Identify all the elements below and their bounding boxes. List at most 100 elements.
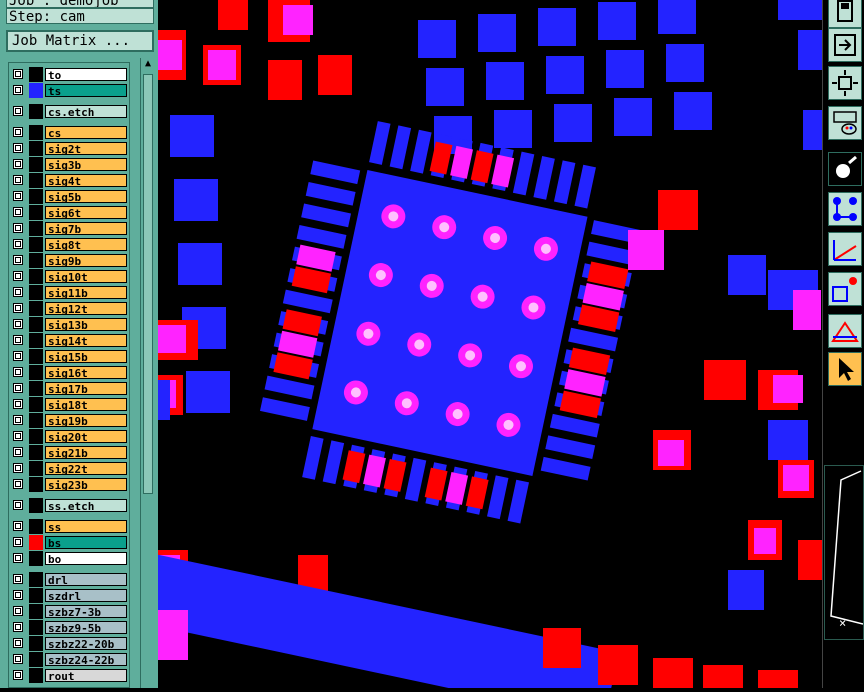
layer-row[interactable]: sig12t [11,301,129,316]
layer-name[interactable]: sig9b [45,254,127,267]
layer-checkbox[interactable] [13,255,23,265]
layer-row[interactable]: sig16t [11,365,129,380]
layer-row[interactable]: cs.etch [11,104,129,119]
layer-row[interactable]: ss.etch [11,498,129,513]
layer-row[interactable]: sig8t [11,237,129,252]
layer-name[interactable]: ss [45,520,127,533]
layer-row[interactable]: sig17b [11,381,129,396]
layer-row[interactable]: ts [11,83,129,98]
layer-row[interactable]: sig6t [11,205,129,220]
layer-checkbox[interactable] [13,383,23,393]
zoom-fit-button[interactable] [828,66,862,100]
layer-row[interactable]: sig3b [11,157,129,172]
layer-checkbox[interactable] [13,69,23,79]
layer-row[interactable]: sig21b [11,445,129,460]
job-matrix-button[interactable]: Job Matrix ... [6,30,154,52]
layer-row[interactable]: sig9b [11,253,129,268]
layer-list-scrollbar[interactable]: ▲ [140,58,155,688]
graphic-canvas[interactable] [134,0,822,692]
layer-name[interactable]: cs [45,126,127,139]
layer-row[interactable]: cs [11,125,129,140]
layer-name[interactable]: bs [45,536,127,549]
layer-name[interactable]: cs.etch [45,105,127,118]
layer-name[interactable]: sig20t [45,430,127,443]
layer-checkbox[interactable] [13,367,23,377]
layer-checkbox[interactable] [13,463,23,473]
layer-name[interactable]: sig3b [45,158,127,171]
scroll-up-icon[interactable]: ▲ [142,58,154,70]
layer-checkbox[interactable] [13,606,23,616]
import-button[interactable] [828,28,862,62]
layer-checkbox[interactable] [13,335,23,345]
layer-checkbox[interactable] [13,127,23,137]
layer-row[interactable]: sig23b [11,477,129,492]
layer-checkbox[interactable] [13,239,23,249]
layer-row[interactable]: sig4t [11,173,129,188]
layer-name[interactable]: sig12t [45,302,127,315]
layer-row[interactable]: sig2t [11,141,129,156]
select-pointer-button[interactable] [828,352,862,386]
layer-name[interactable]: sig5b [45,190,127,203]
layer-row[interactable]: sig13b [11,317,129,332]
layer-row[interactable]: ss [11,519,129,534]
overview-map[interactable]: × [824,465,864,640]
layer-name[interactable]: bo [45,552,127,565]
layer-name[interactable]: sig21b [45,446,127,459]
layer-row[interactable]: sig18t [11,397,129,412]
layer-checkbox[interactable] [13,638,23,648]
layer-checkbox[interactable] [13,223,23,233]
layer-name[interactable]: sig8t [45,238,127,251]
layer-name[interactable]: ts [45,84,127,97]
layer-row[interactable]: bo [11,551,129,566]
layer-checkbox[interactable] [13,106,23,116]
layer-checkbox[interactable] [13,479,23,489]
layer-checkbox[interactable] [13,537,23,547]
layer-name[interactable]: ss.etch [45,499,127,512]
layer-checkbox[interactable] [13,622,23,632]
layer-checkbox[interactable] [13,574,23,584]
layer-checkbox[interactable] [13,399,23,409]
layer-checkbox[interactable] [13,431,23,441]
layer-name[interactable]: sig6t [45,206,127,219]
layer-row[interactable]: sig7b [11,221,129,236]
close-icon[interactable]: × [839,616,846,630]
layer-name[interactable]: sig23b [45,478,127,491]
layer-checkbox[interactable] [13,654,23,664]
layer-row[interactable]: szdrl [11,588,129,603]
layer-row[interactable]: to [11,67,129,82]
layer-row[interactable]: sig14t [11,333,129,348]
save-button[interactable] [828,0,862,28]
layer-name[interactable]: sig22t [45,462,127,475]
layer-checkbox[interactable] [13,553,23,563]
tools-palette-button[interactable] [828,106,862,140]
layer-row[interactable]: bs [11,535,129,550]
layer-row[interactable]: szbz22-20b [11,636,129,651]
layer-name[interactable]: sig7b [45,222,127,235]
layer-row[interactable]: sig5b [11,189,129,204]
layer-checkbox[interactable] [13,521,23,531]
layer-row[interactable]: sig20t [11,429,129,444]
layer-name[interactable]: sig2t [45,142,127,155]
layer-name[interactable]: sig16t [45,366,127,379]
layer-name[interactable]: rout [45,669,127,682]
layer-checkbox[interactable] [13,500,23,510]
layer-name[interactable]: szdrl [45,589,127,602]
layer-name[interactable]: sig13b [45,318,127,331]
layer-checkbox[interactable] [13,590,23,600]
pcb-view[interactable] [134,0,822,692]
layer-name[interactable]: sig4t [45,174,127,187]
layer-checkbox[interactable] [13,415,23,425]
layer-checkbox[interactable] [13,447,23,457]
layer-name[interactable]: to [45,68,127,81]
layer-row[interactable]: sig11b [11,285,129,300]
netlist-button[interactable] [828,192,862,226]
measure-button[interactable] [828,232,862,266]
layer-name[interactable]: sig18t [45,398,127,411]
layer-row[interactable]: sig22t [11,461,129,476]
layer-checkbox[interactable] [13,319,23,329]
layer-row[interactable]: szbz24-22b [11,652,129,667]
layer-row[interactable]: sig19b [11,413,129,428]
layer-checkbox[interactable] [13,85,23,95]
layer-checkbox[interactable] [13,351,23,361]
layer-name[interactable]: sig19b [45,414,127,427]
